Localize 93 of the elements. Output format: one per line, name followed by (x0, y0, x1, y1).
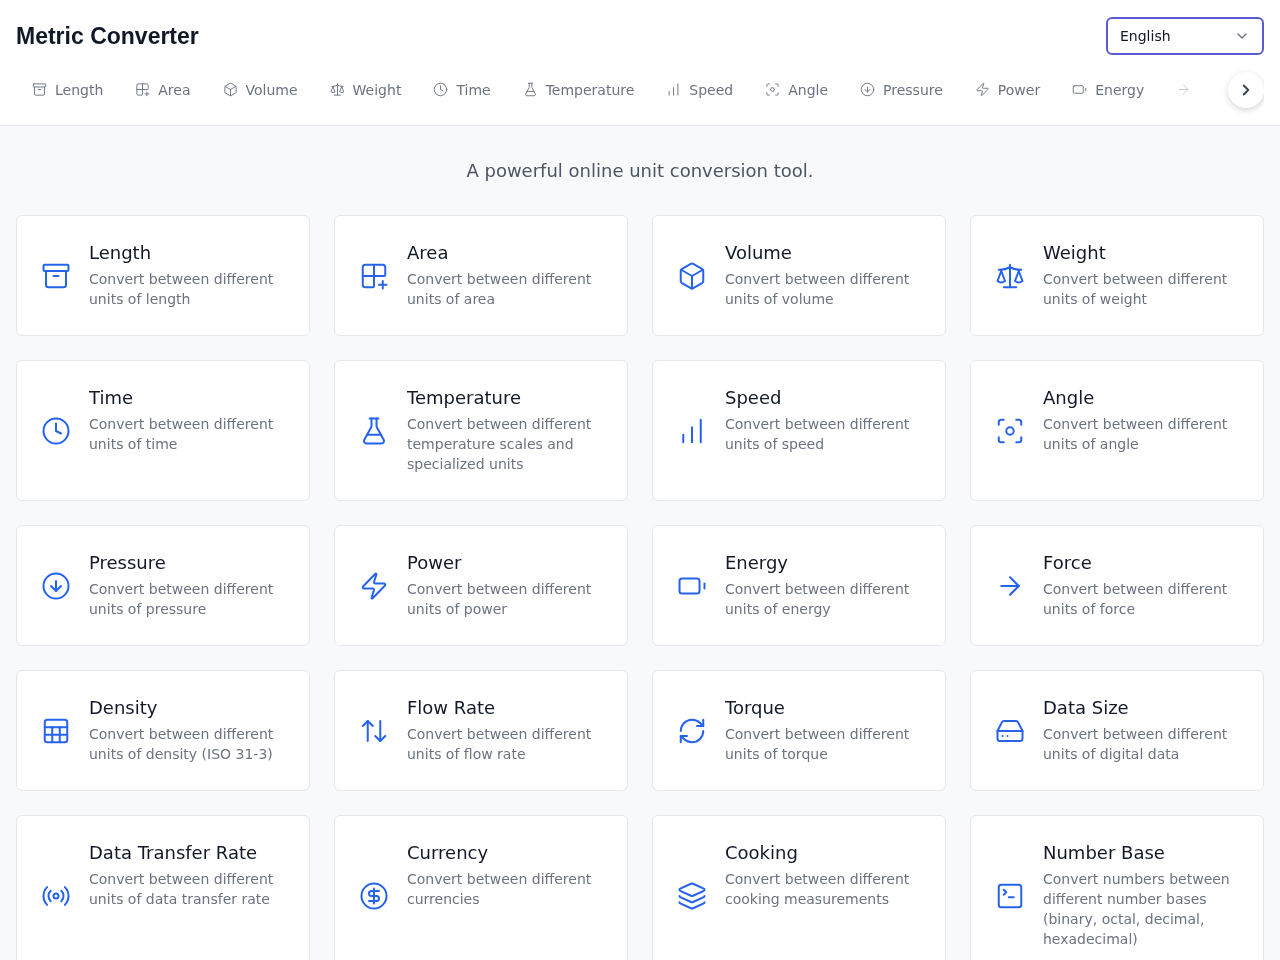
category-card[interactable]: Power Convert between different units of power (334, 525, 628, 646)
battery-icon (1072, 82, 1088, 97)
card-description: Convert between different units of speed (725, 415, 911, 454)
card-description: Convert between different units of angle (1043, 415, 1229, 454)
card-title: Power (407, 552, 463, 573)
card-title: Energy (725, 552, 790, 573)
focus-icon (765, 82, 781, 97)
card-description: Convert between different units of data transfer rate (89, 870, 275, 909)
category-card[interactable]: Volume Convert between different units of volume (652, 215, 946, 336)
language-select[interactable]: English (1106, 17, 1264, 55)
card-title: Volume (725, 242, 793, 263)
box-tray-icon (32, 82, 47, 97)
card-description: Convert between different units of weight (1043, 270, 1229, 309)
card-description: Convert between different cooking measurements (725, 870, 911, 909)
arrow-right-icon (1176, 82, 1192, 97)
card-title: Cooking (725, 842, 799, 863)
tagline: A powerful online unit conversion tool. (465, 160, 815, 181)
lightning-icon (359, 570, 389, 601)
category-card[interactable]: Force Convert between different units of force (970, 525, 1264, 646)
card-description: Convert between different units of pressure (89, 580, 275, 619)
category-tab[interactable]: Angle (749, 69, 845, 112)
category-tab[interactable]: Energy (1056, 69, 1161, 112)
category-tab[interactable]: Pressure (844, 69, 959, 112)
card-title: Speed (725, 387, 783, 408)
category-tab[interactable]: Time (417, 69, 507, 112)
card-title: Number Base (1043, 842, 1166, 863)
card-title: Flow Rate (407, 697, 497, 718)
category-card[interactable]: Area Convert between different units of area (334, 215, 628, 336)
category-card[interactable]: Length Convert between different units of length (16, 215, 310, 336)
category-card[interactable]: Data Transfer Rate Convert between different units of data transfer rate (16, 815, 310, 960)
card-description: Convert between different currencies (407, 870, 593, 909)
card-description: Convert between different units of volume (725, 270, 911, 309)
card-description: Convert between different units of torque (725, 725, 911, 764)
card-description: Convert between different units of power (407, 580, 593, 619)
category-card[interactable]: Currency Convert between different currencies (334, 815, 628, 960)
circle-arrow-down-icon (41, 570, 71, 601)
cube-icon (222, 82, 238, 97)
scroll-right-button[interactable] (1228, 72, 1264, 108)
flask-icon (522, 82, 538, 97)
card-title: Density (89, 697, 159, 718)
card-title: Data Transfer Rate (89, 842, 259, 863)
category-tab[interactable]: Power (958, 69, 1057, 112)
card-title: Currency (407, 842, 490, 863)
card-title: Time (89, 387, 135, 408)
card-title: Angle (1043, 387, 1096, 408)
card-description: Convert between different units of force (1043, 580, 1229, 619)
category-tab[interactable]: Weight (313, 69, 418, 112)
category-card[interactable]: Torque Convert between different units of torque (652, 670, 946, 791)
clock-icon (41, 415, 71, 446)
category-card[interactable]: Density Convert between different units of density (ISO 31-3) (16, 670, 310, 791)
category-card[interactable]: Data Size Convert between different units of digital data (970, 670, 1264, 791)
app-title: Metric Converter (16, 22, 199, 50)
category-tab[interactable]: Volume (206, 69, 314, 112)
card-title: Data Size (1043, 697, 1130, 718)
card-title: Temperature (407, 387, 523, 408)
card-title: Area (407, 242, 450, 263)
category-card[interactable]: Number Base Convert numbers between different number bases (binary, octal, decimal, hexadecimal) (970, 815, 1264, 960)
category-card[interactable]: Temperature Convert between different temperature scales and specialized units (334, 360, 628, 501)
circle-arrow-down-icon (860, 82, 876, 97)
card-description: Convert between different units of digital data (1043, 725, 1229, 764)
card-title: Weight (1043, 242, 1107, 263)
category-card[interactable]: Time Convert between different units of time (16, 360, 310, 501)
dollar-circle-icon (359, 880, 389, 911)
card-title: Torque (725, 697, 786, 718)
card-description: Convert between different units of flow rate (407, 725, 593, 764)
card-description: Convert between different units of energy (725, 580, 911, 619)
card-title: Pressure (89, 552, 167, 573)
layers-icon (677, 880, 707, 911)
category-card[interactable]: Pressure Convert between different units of pressure (16, 525, 310, 646)
grid-plus-icon (135, 82, 151, 97)
card-title: Force (1043, 552, 1093, 573)
card-description: Convert between different units of length (89, 270, 275, 309)
card-description: Convert between different units of time (89, 415, 275, 454)
category-card[interactable]: Speed Convert between different units of speed (652, 360, 946, 501)
bar-chart-icon (666, 82, 682, 97)
category-card[interactable]: Flow Rate Convert between different units of flow rate (334, 670, 628, 791)
card-description: Convert between different temperature scales and specialized units (407, 415, 593, 474)
lightning-icon (974, 82, 990, 97)
card-description: Convert between different units of area (407, 270, 593, 309)
clock-icon (433, 82, 449, 97)
category-tab[interactable]: Speed (650, 69, 750, 112)
category-card[interactable]: Weight Convert between different units of weight (970, 215, 1264, 336)
category-tab[interactable]: Temperature (506, 69, 651, 112)
category-tab[interactable]: Area (119, 69, 207, 112)
card-title: Length (89, 242, 153, 263)
category-tab[interactable]: Length (16, 69, 120, 112)
card-description: Convert numbers between different number bases (binary, octal, decimal, hexadecimal) (1043, 870, 1231, 949)
category-card[interactable]: Angle Convert between different units of angle (970, 360, 1264, 501)
cube-icon (677, 260, 707, 291)
card-description: Convert between different units of density (ISO 31-3) (89, 725, 275, 764)
category-card[interactable]: Energy Convert between different units of energy (652, 525, 946, 646)
category-card[interactable]: Cooking Convert between different cooking measurements (652, 815, 946, 960)
scale-icon (329, 82, 345, 97)
